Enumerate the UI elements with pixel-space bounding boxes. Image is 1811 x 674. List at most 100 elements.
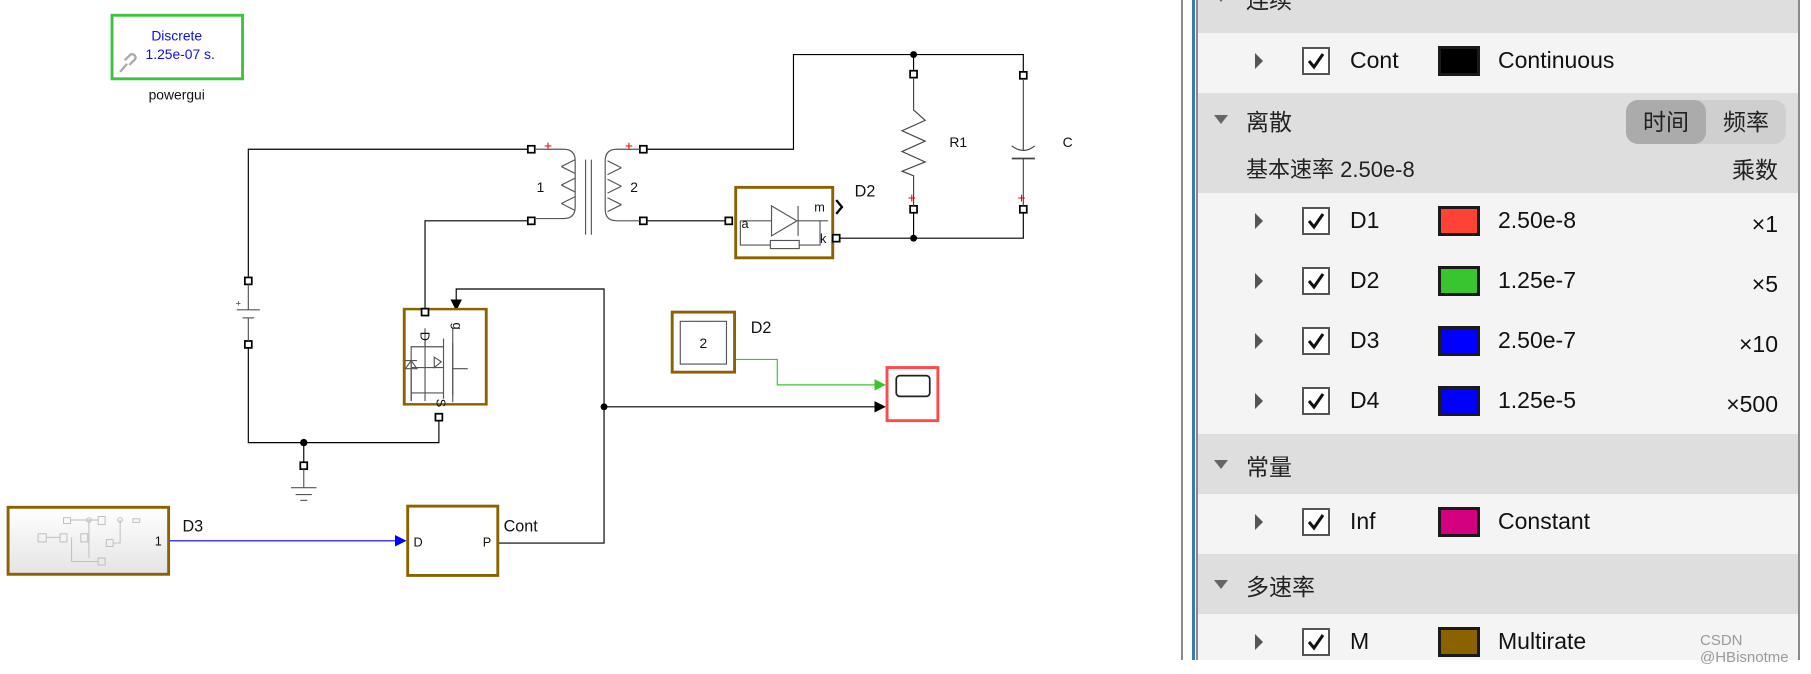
legend-row-d4[interactable]: D4 1.25e-5 ×500 — [1198, 373, 1798, 433]
toggle-time[interactable]: 时间 — [1626, 100, 1706, 144]
legend-row-d1[interactable]: D1 2.50e-8 ×1 — [1198, 193, 1798, 253]
wires — [247, 53, 1024, 544]
visibility-checkbox[interactable] — [1302, 327, 1330, 355]
collapse-triangle-icon[interactable] — [1214, 580, 1228, 589]
checkmark-icon — [1307, 634, 1325, 651]
diode-block[interactable]: a k m D2 — [724, 183, 876, 260]
color-swatch — [1438, 46, 1480, 76]
capacitor-c[interactable]: + C — [1011, 70, 1073, 214]
expand-triangle-icon[interactable] — [1255, 634, 1263, 650]
signal-label-cont: Cont — [504, 518, 539, 536]
visibility-checkbox[interactable] — [1302, 387, 1330, 415]
collapse-triangle-icon[interactable] — [1214, 460, 1228, 469]
sample-time-value: Constant — [1498, 508, 1591, 534]
color-swatch — [1438, 507, 1480, 537]
expand-triangle-icon[interactable] — [1255, 393, 1263, 409]
legend-group-header[interactable]: 离散 时间 频率基本速率 2.50e-8 乘数 — [1198, 93, 1798, 193]
visibility-checkbox[interactable] — [1302, 207, 1330, 235]
divider — [1798, 0, 1800, 660]
legend-group-header[interactable]: 多速率 — [1198, 554, 1798, 614]
scope-screen-icon — [895, 374, 931, 398]
checkmark-icon — [1307, 393, 1325, 410]
collapse-triangle-icon[interactable] — [1214, 115, 1228, 124]
legend-row-d3[interactable]: D3 2.50e-7 ×10 — [1198, 313, 1798, 373]
visibility-checkbox[interactable] — [1302, 628, 1330, 656]
time-frequency-toggle[interactable]: 时间 频率 — [1626, 100, 1786, 144]
expand-triangle-icon[interactable] — [1255, 333, 1263, 349]
checkmark-icon — [1307, 213, 1325, 230]
visibility-checkbox[interactable] — [1302, 508, 1330, 536]
mosfet-block[interactable]: D g S — [402, 307, 488, 422]
sample-time-legend-panel: 连续 Cont Continuous 离散 时间 频率 基本速率 2.50e-8 乘数 D1 2.… — [1198, 0, 1798, 660]
legend-row-inf[interactable]: Inf Constant — [1198, 494, 1798, 554]
divider — [1181, 0, 1183, 660]
visibility-checkbox[interactable] — [1302, 47, 1330, 75]
checkmark-icon — [1307, 333, 1325, 350]
powergui-mode: Discrete — [151, 28, 202, 44]
legend-row-cont[interactable]: Cont Continuous — [1198, 33, 1798, 93]
legend-row-d2[interactable]: D2 1.25e-7 ×5 — [1198, 253, 1798, 313]
resistor-label: R1 — [949, 134, 967, 150]
expand-triangle-icon[interactable] — [1255, 514, 1263, 530]
sample-time-value: 2.50e-7 — [1498, 327, 1577, 353]
diode-port-k: k — [820, 232, 827, 246]
sample-time-label: Cont — [1350, 47, 1399, 73]
sample-time-value: Multirate — [1498, 628, 1587, 654]
legend-group-header[interactable]: 连续 — [1198, 0, 1798, 33]
toggle-frequency[interactable]: 频率 — [1706, 100, 1786, 144]
color-swatch — [1438, 326, 1480, 356]
winding-1-label: 1 — [537, 179, 545, 195]
multiplier: ×500 — [1726, 391, 1778, 417]
legend-group-title: 常量 — [1246, 454, 1292, 480]
dc-source[interactable]: + — [236, 276, 260, 349]
expand-triangle-icon[interactable] — [1255, 213, 1263, 229]
plus-marker: + — [544, 137, 552, 153]
winding-2-label: 2 — [630, 179, 638, 195]
color-swatch — [1438, 386, 1480, 416]
scope-block[interactable] — [885, 366, 940, 423]
expand-triangle-icon[interactable] — [1255, 273, 1263, 289]
mosfet-port-g: g — [450, 322, 464, 329]
legend-group-header[interactable]: 常量 — [1198, 434, 1798, 494]
pwm-port-p: P — [483, 536, 491, 550]
constant-block[interactable]: 2 D2 — [670, 310, 771, 374]
pwm-block[interactable]: D P Cont — [406, 504, 539, 577]
base-rate: 基本速率 2.50e-8 — [1246, 157, 1415, 182]
sample-time-value: 1.25e-7 — [1498, 267, 1577, 293]
mosfet-port-s: S — [434, 399, 448, 407]
checkmark-icon — [1307, 53, 1325, 70]
powergui-sample-time: 1.25e-07 s. — [146, 46, 215, 62]
diode-label: D2 — [855, 183, 876, 201]
sample-time-label: D2 — [1350, 267, 1380, 293]
splitter-handle[interactable] — [1192, 0, 1195, 660]
sample-time-label: Inf — [1350, 508, 1376, 534]
collapse-triangle-icon[interactable] — [1214, 0, 1228, 2]
expand-triangle-icon[interactable] — [1255, 53, 1263, 69]
sample-time-value: Continuous — [1498, 47, 1615, 73]
checkmark-icon — [1307, 514, 1325, 531]
ground — [291, 461, 317, 501]
multiplier: ×1 — [1751, 211, 1778, 237]
svg-text:+: + — [908, 189, 916, 205]
pwm-port-d: D — [413, 536, 422, 550]
sample-time-label: D3 — [1350, 327, 1380, 353]
powergui-label: powergui — [149, 87, 205, 103]
multiplier: ×5 — [1751, 271, 1778, 297]
visibility-checkbox[interactable] — [1302, 267, 1330, 295]
mosfet-port-d: D — [417, 332, 431, 341]
diode-port-m: m — [814, 201, 825, 215]
capacitor-label: C — [1063, 134, 1073, 150]
sample-time-label: D4 — [1350, 387, 1380, 413]
multiplier-header: 乘数 — [1732, 157, 1778, 183]
resistor-r1[interactable]: + R1 — [900, 69, 967, 214]
sample-time-value: 2.50e-8 — [1498, 207, 1577, 233]
signal-d2[interactable] — [735, 358, 886, 391]
signal-label-d3: D3 — [182, 518, 203, 536]
color-swatch — [1438, 206, 1480, 236]
transformer-block[interactable]: + + 1 2 — [526, 137, 648, 235]
subsystem-port: 1 — [155, 534, 162, 548]
checkmark-icon — [1307, 273, 1325, 290]
sample-time-value: 1.25e-5 — [1498, 387, 1577, 413]
powergui-block[interactable]: Discrete 1.25e-07 s. powergui — [110, 13, 244, 103]
legend-group-title: 离散 — [1246, 109, 1292, 135]
